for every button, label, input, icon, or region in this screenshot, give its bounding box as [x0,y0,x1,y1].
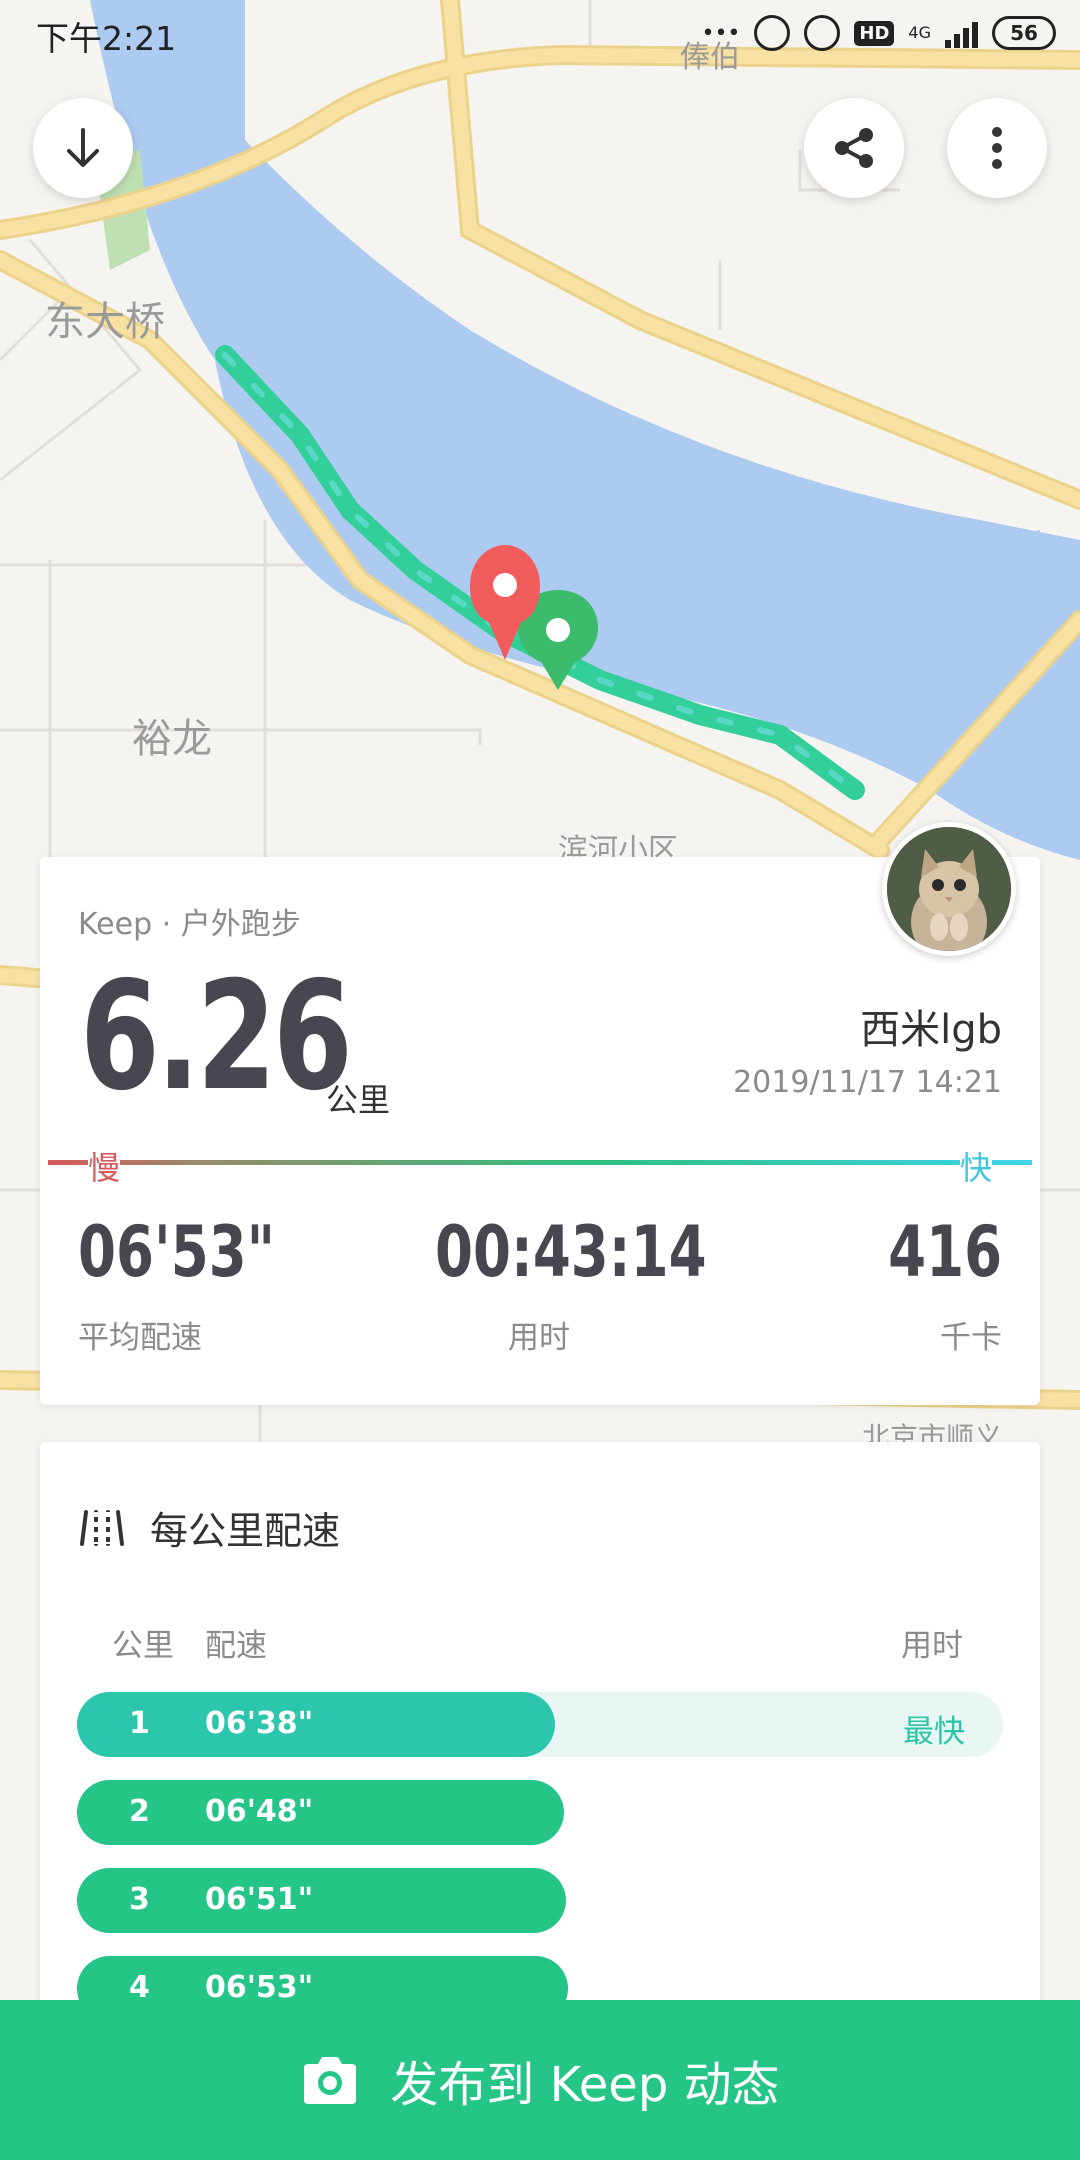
status-time: 下午2:21 [36,19,177,58]
split-pace-bar [77,1780,564,1845]
duration-label: 用时 [508,1320,570,1356]
split-row: 1 06'38" 最快 [77,1692,1003,1757]
split-row: 3 06'51" [77,1868,1003,1933]
column-header-km: 公里 [112,1628,174,1664]
fastest-badge: 最快 [903,1714,965,1750]
hd-icon: HD [854,20,895,46]
km-splits-card: 每公里配速 公里 配速 用时 1 06'38" 最快 2 06'48" 3 06'51" 4 0… [40,1442,1040,2062]
down-arrow-icon [67,128,99,167]
username: 西米lgb [860,1007,1002,1053]
network-label: 4G [908,23,931,42]
distance-value: 6.26 [80,950,353,1124]
activity-type: Keep · 户外跑步 [78,907,301,942]
split-pace: 06'38" [205,1706,314,1741]
cat-avatar-image [887,827,1011,951]
run-datetime: 2019/11/17 14:21 [733,1065,1002,1100]
download-button[interactable] [33,98,133,198]
alarm-icon [804,15,841,51]
calories-label: 千卡 [940,1320,1002,1356]
camera-icon [304,2057,357,2104]
splits-title: 每公里配速 [150,1509,341,1553]
battery-icon: 56 [992,16,1056,50]
more-vertical-icon [992,127,1002,169]
run-summary-card: Keep · 户外跑步 6.26 公里 西米lgb 2019/11/17 14:… [40,857,1040,1405]
road-icon [80,1509,124,1546]
more-button[interactable] [947,98,1047,198]
publish-label: 发布到 Keep 动态 [390,2057,780,2113]
avg-pace-label: 平均配速 [78,1320,202,1356]
column-header-pace: 配速 [205,1628,267,1664]
pace-fast-label: 快 [960,1143,993,1189]
split-row: 2 06'48" [77,1780,1003,1845]
pace-gradient-bar [48,1160,1032,1165]
split-km: 3 [129,1882,150,1917]
publish-button[interactable]: 发布到 Keep 动态 [0,2000,1080,2160]
splits-header: 每公里配速 [80,1500,340,1555]
more-dots-icon: ••• [701,20,741,46]
map-label-yulong: 裕龙 [132,716,212,762]
avg-pace-value: 06'53" [78,1211,276,1293]
split-pace-bar [77,1868,566,1933]
share-icon [835,128,873,168]
split-km: 2 [129,1794,150,1829]
status-bar: 下午2:21 ••• HD 4G 56 [0,0,1080,66]
split-pace: 06'48" [205,1794,314,1829]
distance-unit: 公里 [326,1081,391,1119]
column-header-time: 用时 [901,1628,963,1664]
duration-value: 00:43:14 [435,1211,707,1293]
map-label-dongdaqiao: 东大桥 [45,299,165,345]
user-avatar[interactable] [882,822,1016,956]
calories-value: 416 [888,1211,1002,1293]
mute-icon [754,15,791,51]
status-icons: ••• HD 4G 56 [701,12,1056,54]
share-button[interactable] [804,98,904,198]
signal-icon [945,18,978,48]
split-pace: 06'51" [205,1882,314,1917]
split-km: 1 [129,1706,150,1741]
pace-slow-label: 慢 [88,1143,121,1189]
